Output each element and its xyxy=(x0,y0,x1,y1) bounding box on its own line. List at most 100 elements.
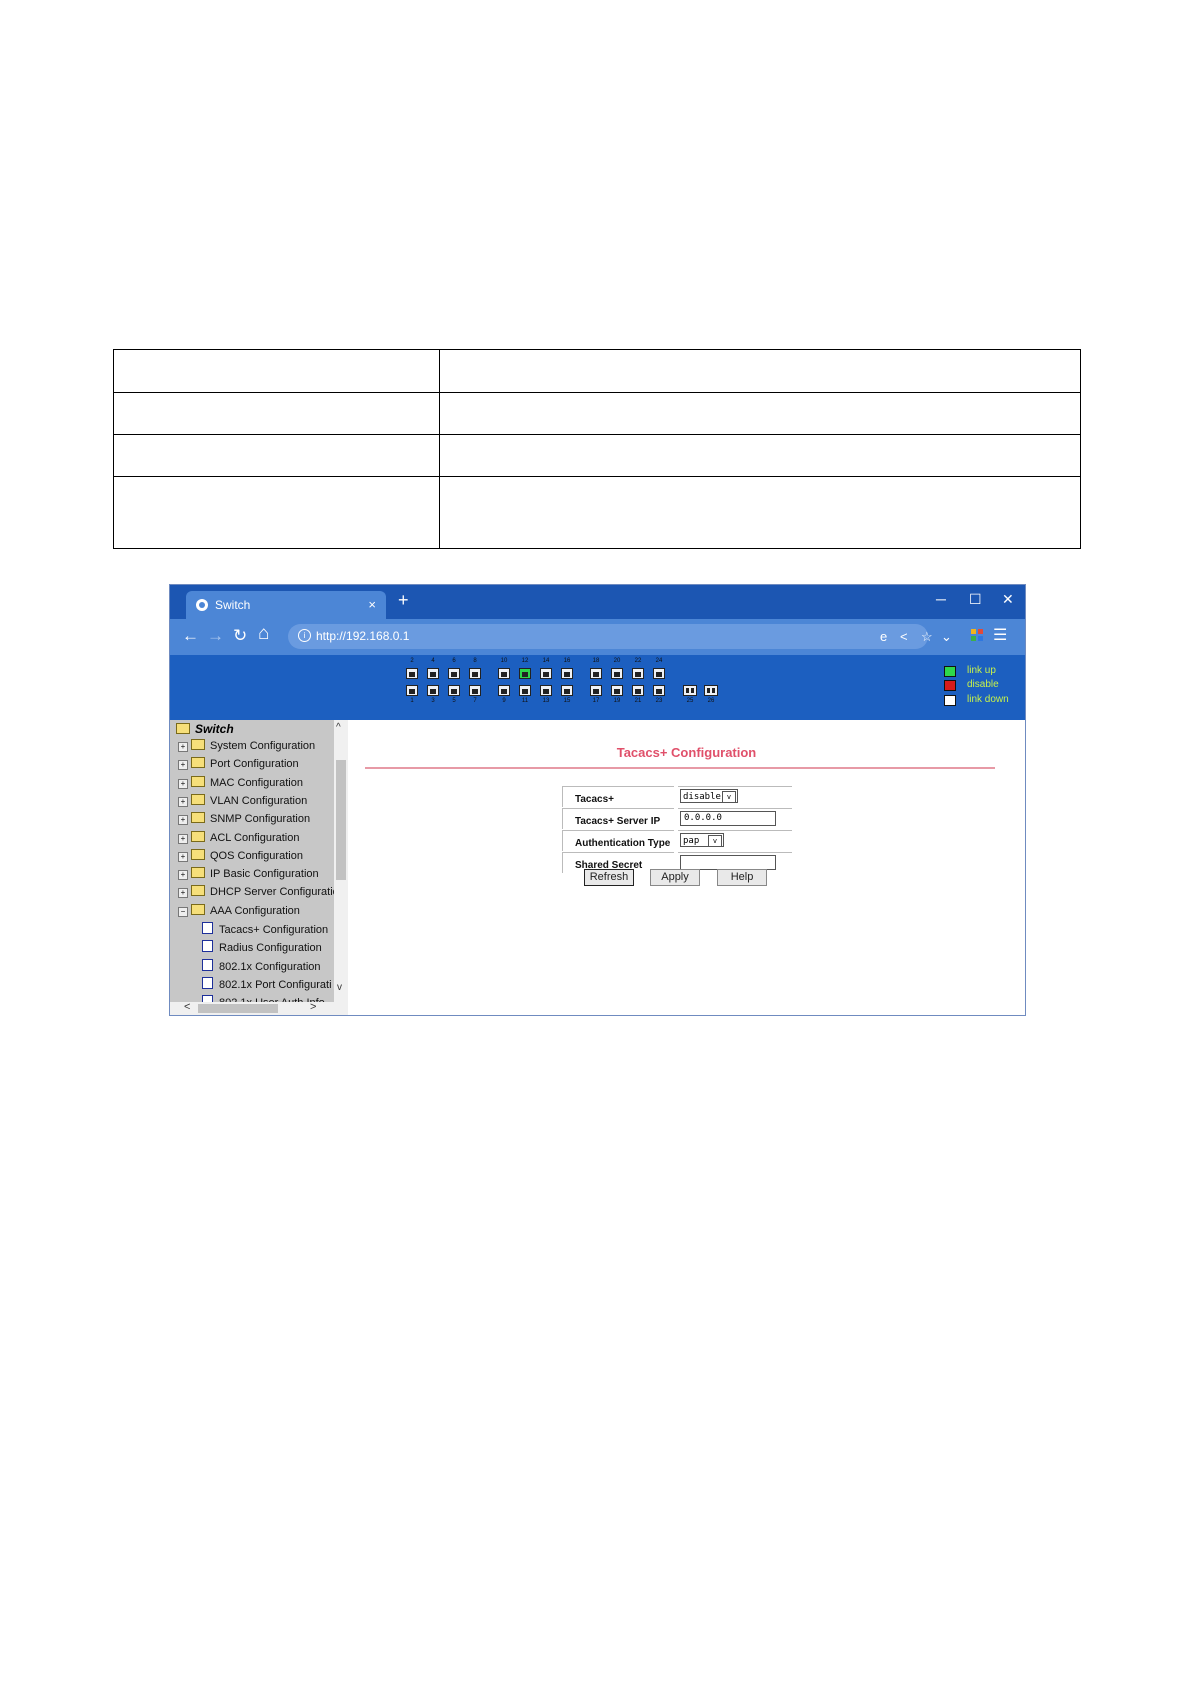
scroll-right-icon[interactable]: > xyxy=(310,1001,316,1013)
expand-icon[interactable]: − xyxy=(178,906,188,917)
port-15-icon[interactable] xyxy=(561,685,573,696)
chevron-down-icon[interactable]: ⌄ xyxy=(941,629,952,645)
tacacs-selected-value: disable xyxy=(683,792,721,802)
ie-mode-icon[interactable]: e xyxy=(880,629,887,644)
port-12-icon[interactable] xyxy=(519,668,531,679)
horizontal-scrollbar[interactable]: < > xyxy=(170,1001,348,1015)
port-11-icon[interactable] xyxy=(519,685,531,696)
help-button[interactable]: Help xyxy=(717,869,767,886)
port-4-icon[interactable] xyxy=(427,668,439,679)
horizontal-scroll-thumb[interactable] xyxy=(198,1004,278,1013)
close-window-icon[interactable]: ✕ xyxy=(1002,591,1014,608)
tree-item[interactable]: + DHCP Server Configuratio xyxy=(178,885,334,899)
tree-item[interactable]: − AAA Configuration xyxy=(178,903,300,917)
tree-item[interactable]: + VLAN Configuration xyxy=(178,793,307,807)
port-14-icon[interactable] xyxy=(540,668,552,679)
expand-icon[interactable]: + xyxy=(178,742,188,752)
shared-secret-input[interactable] xyxy=(680,855,776,870)
port-17-icon[interactable] xyxy=(590,685,602,696)
refresh-button[interactable]: Refresh xyxy=(584,869,634,886)
port-1-icon[interactable] xyxy=(406,685,418,696)
expand-icon[interactable]: + xyxy=(178,778,188,789)
port-20-icon[interactable] xyxy=(611,668,623,679)
back-icon[interactable]: ← xyxy=(182,626,199,646)
reload-icon[interactable]: ↻ xyxy=(233,626,247,646)
port-2-icon[interactable] xyxy=(406,668,418,679)
tacacs-select[interactable]: disable v xyxy=(680,789,738,803)
page-icon xyxy=(202,958,213,971)
tree-subitem[interactable]: 802.1x Port Configurati xyxy=(202,976,332,991)
port-13-icon[interactable] xyxy=(540,685,552,696)
tree-item[interactable]: + MAC Configuration xyxy=(178,775,303,789)
maximize-icon[interactable]: ☐ xyxy=(969,591,982,608)
browser-tab[interactable]: Switch × xyxy=(186,591,386,619)
port-8-icon[interactable] xyxy=(469,668,481,679)
scroll-down-icon[interactable]: v xyxy=(337,982,342,993)
port-number: 18 xyxy=(592,658,600,664)
tree-item-label: ACL Configuration xyxy=(210,831,300,844)
extensions-icon[interactable] xyxy=(971,629,983,641)
port-5-icon[interactable] xyxy=(448,685,460,696)
port-9-icon[interactable] xyxy=(498,685,510,696)
share-icon[interactable]: < xyxy=(900,629,908,644)
port-24-icon[interactable] xyxy=(653,668,665,679)
table-cell xyxy=(113,476,440,549)
tree-item-label: Port Configuration xyxy=(210,758,299,771)
tree-subitem[interactable]: Tacacs+ Configuration xyxy=(202,922,328,936)
port-19-icon[interactable] xyxy=(611,685,623,696)
star-icon[interactable]: ☆ xyxy=(921,629,933,645)
port-23-icon[interactable] xyxy=(653,685,665,696)
port-7-icon[interactable] xyxy=(469,685,481,696)
expand-icon[interactable]: + xyxy=(178,760,188,771)
link-up-legend-icon xyxy=(944,666,956,677)
server-ip-input[interactable]: 0.0.0.0 xyxy=(680,811,776,826)
tree-subitem[interactable]: 802.1x Configuration xyxy=(202,958,321,973)
tree-subitem[interactable]: Radius Configuration xyxy=(202,940,322,954)
tree-item-label: IP Basic Configuration xyxy=(210,868,319,881)
tree-item[interactable]: + SNMP Configuration xyxy=(178,812,310,826)
table-row xyxy=(113,392,1081,435)
port-21-icon[interactable] xyxy=(632,685,644,696)
switch-port-panel: link up disable link down 2 4 6 8 10 12 14 16 18… xyxy=(170,655,1025,720)
port-number: 11 xyxy=(521,698,529,704)
expand-icon[interactable]: + xyxy=(178,851,188,862)
tree-root[interactable]: Switch xyxy=(176,722,234,736)
forward-icon[interactable]: → xyxy=(207,626,224,646)
port-22-icon[interactable] xyxy=(632,668,644,679)
expand-icon[interactable]: + xyxy=(178,815,188,826)
port-6-icon[interactable] xyxy=(448,668,460,679)
home-icon[interactable]: ⌂ xyxy=(258,623,269,645)
scroll-left-icon[interactable]: < xyxy=(184,1001,190,1013)
apply-button[interactable]: Apply xyxy=(650,869,700,886)
tree-item[interactable]: + ACL Configuration xyxy=(178,830,300,844)
minimize-icon[interactable]: ─ xyxy=(936,591,946,607)
folder-icon xyxy=(191,848,205,860)
tree-item[interactable]: + IP Basic Configuration xyxy=(178,867,319,881)
auth-type-select[interactable]: pap v xyxy=(680,833,724,847)
legend-link-up: link up xyxy=(967,665,996,676)
port-10-icon[interactable] xyxy=(498,668,510,679)
expand-icon[interactable]: + xyxy=(178,796,188,807)
port-3-icon[interactable] xyxy=(427,685,439,696)
menu-icon[interactable]: ☰ xyxy=(993,625,1007,645)
expand-icon[interactable]: + xyxy=(178,833,188,844)
tree-item[interactable]: + QOS Configuration xyxy=(178,848,303,862)
info-icon[interactable]: i xyxy=(298,629,311,642)
port-number: 16 xyxy=(563,658,571,664)
address-bar[interactable]: i http://192.168.0.1 e < ☆ ⌄ xyxy=(288,624,952,649)
tree-item[interactable]: + Port Configuration xyxy=(178,757,299,771)
close-tab-icon[interactable]: × xyxy=(368,597,376,612)
tree-item[interactable]: + System Configuration xyxy=(178,739,315,752)
expand-icon[interactable]: + xyxy=(178,888,188,899)
tab-title: Switch xyxy=(215,598,251,612)
port-18-icon[interactable] xyxy=(590,668,602,679)
folder-icon xyxy=(191,757,205,769)
new-tab-button[interactable]: + xyxy=(398,590,409,611)
port-16-icon[interactable] xyxy=(561,668,573,679)
expand-icon[interactable]: + xyxy=(178,870,188,881)
vertical-scroll-thumb[interactable] xyxy=(336,760,346,880)
sfp-port-25-icon[interactable] xyxy=(683,685,697,696)
sfp-port-26-icon[interactable] xyxy=(704,685,718,696)
vertical-scrollbar[interactable]: ^ v xyxy=(334,720,348,1002)
scroll-up-icon[interactable]: ^ xyxy=(336,722,341,733)
